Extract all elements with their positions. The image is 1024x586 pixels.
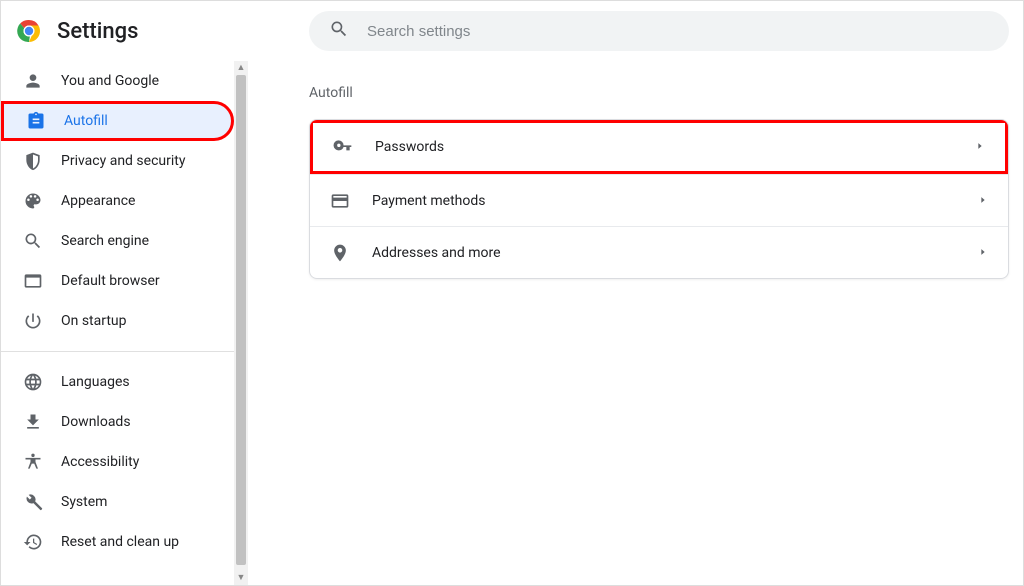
sidebar-item-label: Privacy and security bbox=[61, 153, 185, 169]
search-input[interactable] bbox=[367, 23, 989, 40]
sidebar-item-label: Search engine bbox=[61, 233, 149, 249]
sidebar-item-you-and-google[interactable]: You and Google bbox=[1, 61, 228, 101]
sidebar-item-label: Languages bbox=[61, 374, 130, 390]
pin-icon bbox=[330, 243, 350, 263]
sidebar-item-label: Reset and clean up bbox=[61, 534, 179, 550]
scroll-up-icon[interactable]: ▲ bbox=[234, 61, 248, 75]
sidebar-item-label: You and Google bbox=[61, 73, 159, 89]
sidebar-item-search-engine[interactable]: Search engine bbox=[1, 221, 228, 261]
page-title: Settings bbox=[57, 19, 138, 44]
sidebar-item-privacy[interactable]: Privacy and security bbox=[1, 141, 228, 181]
sidebar: You and Google Autofill Privacy and secu… bbox=[1, 61, 249, 585]
power-icon bbox=[23, 311, 43, 331]
sidebar-item-downloads[interactable]: Downloads bbox=[1, 402, 228, 442]
restore-icon bbox=[23, 532, 43, 552]
globe-icon bbox=[23, 372, 43, 392]
scrollbar[interactable]: ▲ ▼ bbox=[234, 61, 248, 585]
sidebar-item-label: Downloads bbox=[61, 414, 131, 430]
sidebar-item-label: System bbox=[61, 494, 107, 510]
section-title: Autofill bbox=[309, 85, 1011, 101]
scroll-down-icon[interactable]: ▼ bbox=[234, 571, 248, 585]
row-label: Passwords bbox=[375, 139, 975, 155]
sidebar-item-default-browser[interactable]: Default browser bbox=[1, 261, 228, 301]
chrome-logo-icon bbox=[17, 19, 41, 43]
key-icon bbox=[333, 137, 353, 157]
search-box[interactable] bbox=[309, 11, 1009, 51]
sidebar-item-system[interactable]: System bbox=[1, 482, 228, 522]
download-icon bbox=[23, 412, 43, 432]
sidebar-item-appearance[interactable]: Appearance bbox=[1, 181, 228, 221]
sidebar-item-label: Accessibility bbox=[61, 454, 139, 470]
sidebar-item-autofill[interactable]: Autofill bbox=[1, 101, 234, 141]
sidebar-item-label: Autofill bbox=[64, 113, 108, 129]
card-icon bbox=[330, 191, 350, 211]
palette-icon bbox=[23, 191, 43, 211]
accessibility-icon bbox=[23, 452, 43, 472]
main-content: Autofill Passwords Payment methods Addre… bbox=[249, 61, 1023, 585]
search-icon bbox=[23, 231, 43, 251]
sidebar-item-label: Appearance bbox=[61, 193, 135, 209]
search-icon bbox=[329, 19, 349, 43]
header: Settings bbox=[1, 1, 1023, 61]
row-payment-methods[interactable]: Payment methods bbox=[310, 174, 1008, 226]
sidebar-item-languages[interactable]: Languages bbox=[1, 362, 228, 402]
row-passwords[interactable]: Passwords bbox=[310, 120, 1008, 174]
wrench-icon bbox=[23, 492, 43, 512]
clipboard-icon bbox=[26, 111, 46, 131]
chevron-right-icon bbox=[978, 193, 988, 209]
sidebar-item-reset[interactable]: Reset and clean up bbox=[1, 522, 228, 562]
scrollbar-thumb[interactable] bbox=[236, 75, 246, 565]
row-addresses[interactable]: Addresses and more bbox=[310, 226, 1008, 278]
sidebar-item-on-startup[interactable]: On startup bbox=[1, 301, 228, 341]
sidebar-item-label: Default browser bbox=[61, 273, 160, 289]
browser-icon bbox=[23, 271, 43, 291]
sidebar-item-accessibility[interactable]: Accessibility bbox=[1, 442, 228, 482]
chevron-right-icon bbox=[975, 139, 985, 155]
row-label: Addresses and more bbox=[372, 245, 978, 261]
chevron-right-icon bbox=[978, 245, 988, 261]
sidebar-divider bbox=[1, 351, 248, 352]
shield-icon bbox=[23, 151, 43, 171]
row-label: Payment methods bbox=[372, 193, 978, 209]
autofill-card: Passwords Payment methods Addresses and … bbox=[309, 119, 1009, 279]
sidebar-item-label: On startup bbox=[61, 313, 127, 329]
person-icon bbox=[23, 71, 43, 91]
